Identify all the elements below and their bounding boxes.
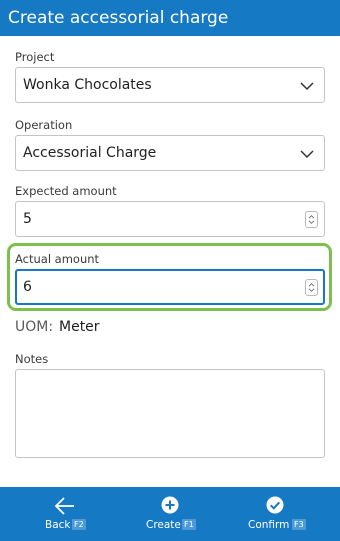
notes-label: Notes: [15, 352, 49, 366]
create-button[interactable]: Create F1: [125, 487, 215, 541]
actual-amount-value: 6: [23, 279, 32, 295]
create-label: Create: [146, 519, 181, 531]
actual-amount-field[interactable]: 6: [15, 269, 325, 305]
page-title: Create accessorial charge: [0, 0, 340, 36]
arrow-left-icon: [54, 497, 74, 515]
operation-label: Operation: [15, 118, 73, 132]
project-select[interactable]: Wonka Chocolates: [15, 67, 325, 103]
back-shortcut-badge: F2: [72, 519, 86, 530]
expected-amount-field[interactable]: 5: [15, 201, 325, 237]
check-circle-icon: [266, 496, 284, 514]
project-value: Wonka Chocolates: [23, 77, 152, 93]
project-label: Project: [15, 50, 55, 64]
confirm-shortcut-badge: F3: [292, 519, 306, 530]
chevron-down-icon: [300, 82, 314, 91]
chevron-down-icon: [300, 150, 314, 159]
footer-toolbar: Back F2 Create F1 Confirm F3: [0, 487, 340, 541]
uom-label: UOM:: [15, 319, 54, 335]
operation-select[interactable]: Accessorial Charge: [15, 135, 325, 171]
operation-value: Accessorial Charge: [23, 145, 157, 161]
uom-value: Meter: [59, 319, 100, 335]
actual-amount-label: Actual amount: [15, 252, 100, 266]
back-button[interactable]: Back F2: [20, 487, 110, 541]
expected-amount-value: 5: [23, 211, 32, 227]
confirm-button[interactable]: Confirm F3: [230, 487, 320, 541]
back-label: Back: [45, 519, 71, 531]
confirm-label: Confirm: [248, 519, 290, 531]
notes-textarea[interactable]: [15, 369, 325, 458]
create-shortcut-badge: F1: [182, 519, 196, 530]
stepper-icon[interactable]: [305, 279, 318, 296]
expected-amount-label: Expected amount: [15, 184, 117, 198]
plus-circle-icon: [161, 496, 179, 514]
stepper-icon[interactable]: [305, 211, 318, 228]
